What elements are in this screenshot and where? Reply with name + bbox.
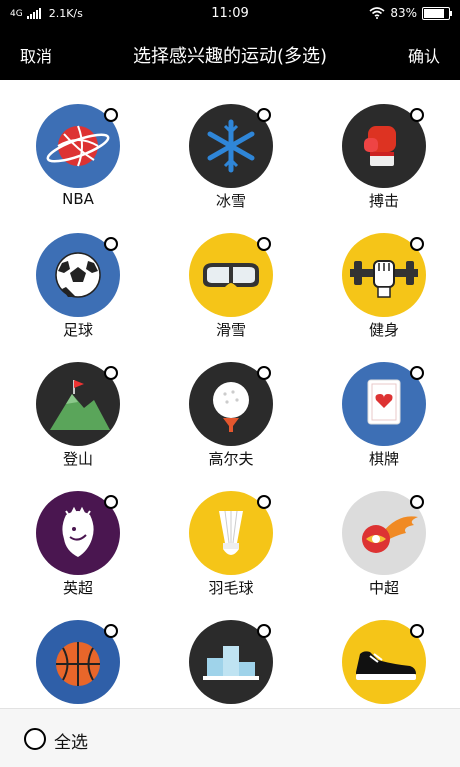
battery-icon (422, 6, 452, 20)
select-checkbox[interactable] (104, 495, 118, 509)
sport-label: 滑雪 (215, 321, 246, 339)
select-checkbox[interactable] (257, 366, 271, 380)
sport-item[interactable]: 搏击 (324, 80, 444, 210)
sport-item[interactable]: 英超 (18, 467, 138, 597)
sports-grid: NBA 冰雪 搏击足球 滑雪 健身登山 高尔夫 棋牌英超 羽毛球 中超 (0, 80, 460, 708)
sport-label: 冰雪 (215, 192, 246, 210)
sport-item[interactable]: 登山 (18, 338, 138, 468)
sport-label: 搏击 (368, 192, 399, 210)
status-right: 83% (369, 6, 452, 20)
sport-label: 健身 (368, 321, 399, 339)
sport-item[interactable] (18, 596, 138, 708)
battery-fill (424, 8, 444, 18)
sport-label: 英超 (62, 579, 93, 597)
wifi-icon (369, 7, 385, 19)
status-bar: 4G 2.1K/s 11:09 83% (0, 0, 460, 28)
nav-bar: 取消 选择感兴趣的运动(多选) 确认 (0, 28, 460, 80)
sport-label: 登山 (62, 450, 93, 468)
sport-item[interactable] (324, 596, 444, 708)
sport-label: NBA (62, 190, 94, 208)
select-checkbox[interactable] (257, 495, 271, 509)
sport-label: 中超 (368, 579, 399, 597)
sport-item[interactable]: NBA (18, 80, 138, 208)
sport-item[interactable]: 滑雪 (171, 209, 291, 339)
select-checkbox[interactable] (104, 624, 118, 638)
confirm-button[interactable]: 确认 (408, 43, 440, 67)
select-checkbox[interactable] (257, 624, 271, 638)
sport-item[interactable]: 足球 (18, 209, 138, 339)
select-checkbox[interactable] (410, 108, 424, 122)
sport-item[interactable] (171, 596, 291, 708)
bottom-bar: 全选 (0, 708, 460, 767)
select-checkbox[interactable] (257, 237, 271, 251)
select-all-label[interactable]: 全选 (54, 728, 88, 753)
sport-item[interactable]: 健身 (324, 209, 444, 339)
select-checkbox[interactable] (104, 366, 118, 380)
select-all-radio[interactable] (24, 728, 46, 750)
sport-label: 棋牌 (368, 450, 399, 468)
select-checkbox[interactable] (410, 366, 424, 380)
sport-item[interactable]: 冰雪 (171, 80, 291, 210)
select-checkbox[interactable] (104, 108, 118, 122)
sport-label: 羽毛球 (208, 579, 254, 597)
select-checkbox[interactable] (257, 108, 271, 122)
select-checkbox[interactable] (410, 624, 424, 638)
sport-item[interactable]: 棋牌 (324, 338, 444, 468)
sport-label: 高尔夫 (208, 450, 254, 468)
sport-item[interactable]: 羽毛球 (171, 467, 291, 597)
sport-item[interactable]: 中超 (324, 467, 444, 597)
sport-label: 足球 (62, 321, 93, 339)
sport-item[interactable]: 高尔夫 (171, 338, 291, 468)
battery-percent: 83% (390, 6, 417, 20)
page-title: 选择感兴趣的运动(多选) (132, 46, 328, 67)
select-checkbox[interactable] (410, 495, 424, 509)
select-checkbox[interactable] (104, 237, 118, 251)
select-checkbox[interactable] (410, 237, 424, 251)
